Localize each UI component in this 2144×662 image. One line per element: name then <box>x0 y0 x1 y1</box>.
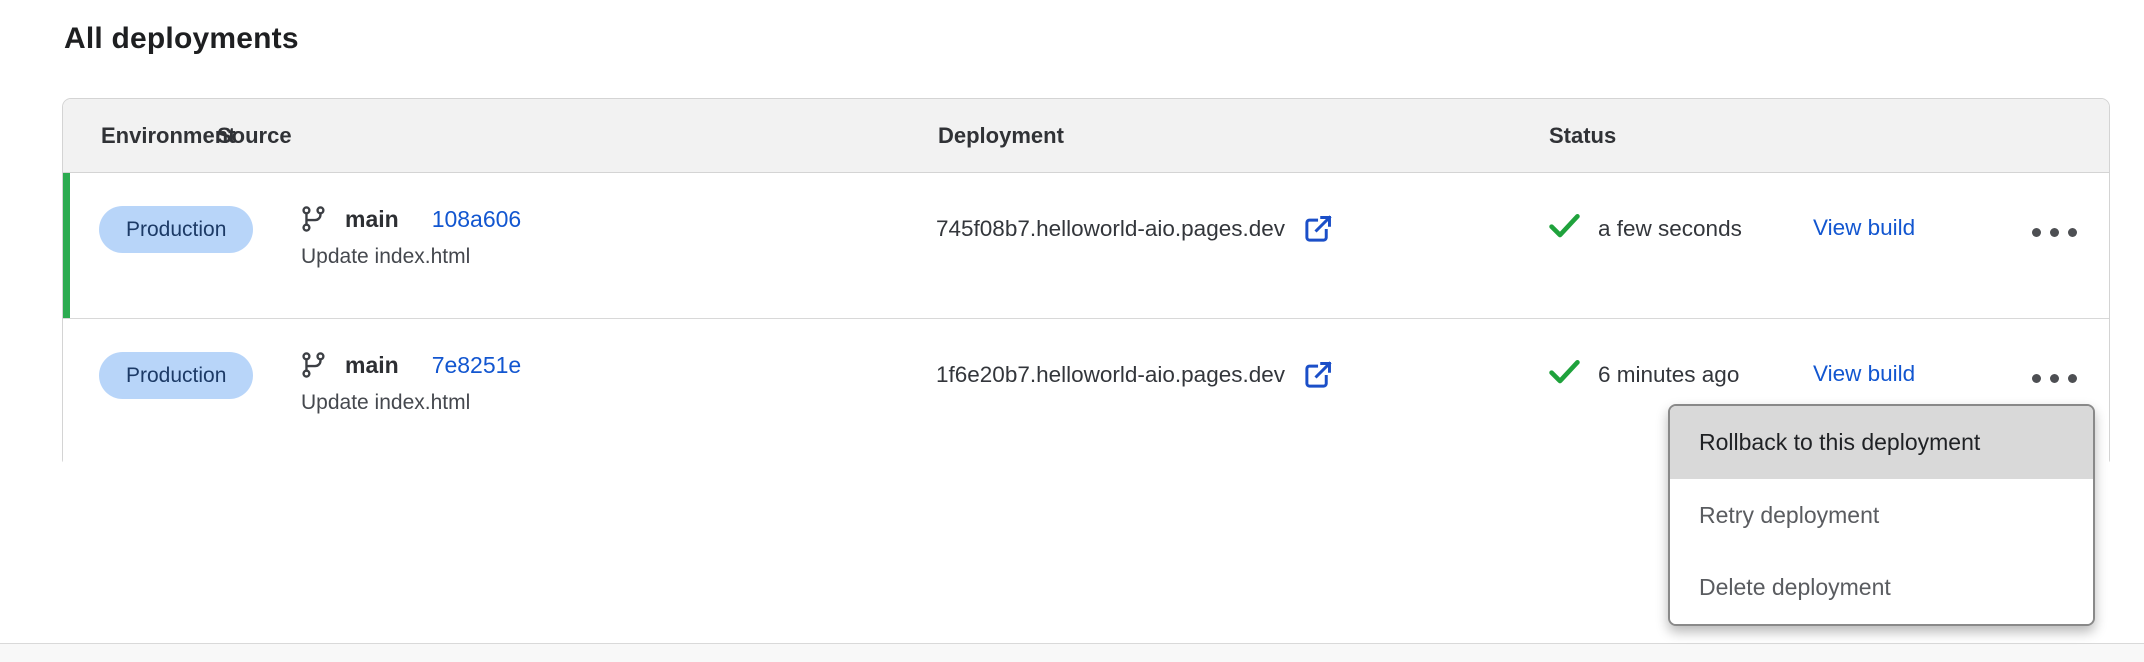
git-branch-icon <box>301 351 327 379</box>
ellipsis-icon <box>2032 374 2041 383</box>
table-header-row: Environment Source Deployment Status <box>63 99 2109 173</box>
page-bottom-divider <box>0 643 2144 662</box>
deployment-url: 745f08b7.helloworld-aio.pages.dev <box>936 216 1285 242</box>
environment-badge: Production <box>99 352 253 399</box>
view-build-link[interactable]: View build <box>1813 215 1915 241</box>
status-time: 6 minutes ago <box>1598 362 1739 388</box>
success-check-icon <box>1549 213 1580 245</box>
commit-link[interactable]: 7e8251e <box>432 352 522 379</box>
external-link-icon[interactable] <box>1303 359 1334 390</box>
deployment-cell: 1f6e20b7.helloworld-aio.pages.dev <box>936 359 1334 390</box>
success-check-icon <box>1549 359 1580 391</box>
source-cell: main 108a606 Update index.html <box>301 205 521 269</box>
git-branch-icon <box>301 205 327 233</box>
row-actions-button[interactable] <box>2028 370 2081 387</box>
table-row: Production main 108a606 Update index.htm… <box>63 173 2109 318</box>
column-header-environment: Environment <box>101 123 235 149</box>
page-title: All deployments <box>64 22 299 56</box>
row-actions-button[interactable] <box>2028 224 2081 241</box>
status-cell: 6 minutes ago <box>1549 359 1739 391</box>
environment-badge: Production <box>99 206 253 253</box>
current-deployment-indicator <box>63 173 70 318</box>
column-header-deployment: Deployment <box>938 123 1064 149</box>
row-actions-menu: Rollback to this deployment Retry deploy… <box>1668 404 2095 626</box>
ellipsis-icon <box>2032 228 2041 237</box>
column-header-status: Status <box>1549 123 1616 149</box>
menu-item-retry[interactable]: Retry deployment <box>1670 479 2093 552</box>
commit-message: Update index.html <box>301 391 521 415</box>
deployment-cell: 745f08b7.helloworld-aio.pages.dev <box>936 213 1334 244</box>
status-time: a few seconds <box>1598 216 1742 242</box>
column-header-source: Source <box>217 123 292 149</box>
branch-name: main <box>345 206 399 233</box>
deployment-url: 1f6e20b7.helloworld-aio.pages.dev <box>936 362 1285 388</box>
external-link-icon[interactable] <box>1303 213 1334 244</box>
source-cell: main 7e8251e Update index.html <box>301 351 521 415</box>
view-build-link[interactable]: View build <box>1813 361 1915 387</box>
branch-name: main <box>345 352 399 379</box>
commit-link[interactable]: 108a606 <box>432 206 522 233</box>
status-cell: a few seconds <box>1549 213 1742 245</box>
menu-item-delete[interactable]: Delete deployment <box>1670 551 2093 624</box>
menu-item-rollback[interactable]: Rollback to this deployment <box>1670 406 2093 479</box>
commit-message: Update index.html <box>301 245 521 269</box>
